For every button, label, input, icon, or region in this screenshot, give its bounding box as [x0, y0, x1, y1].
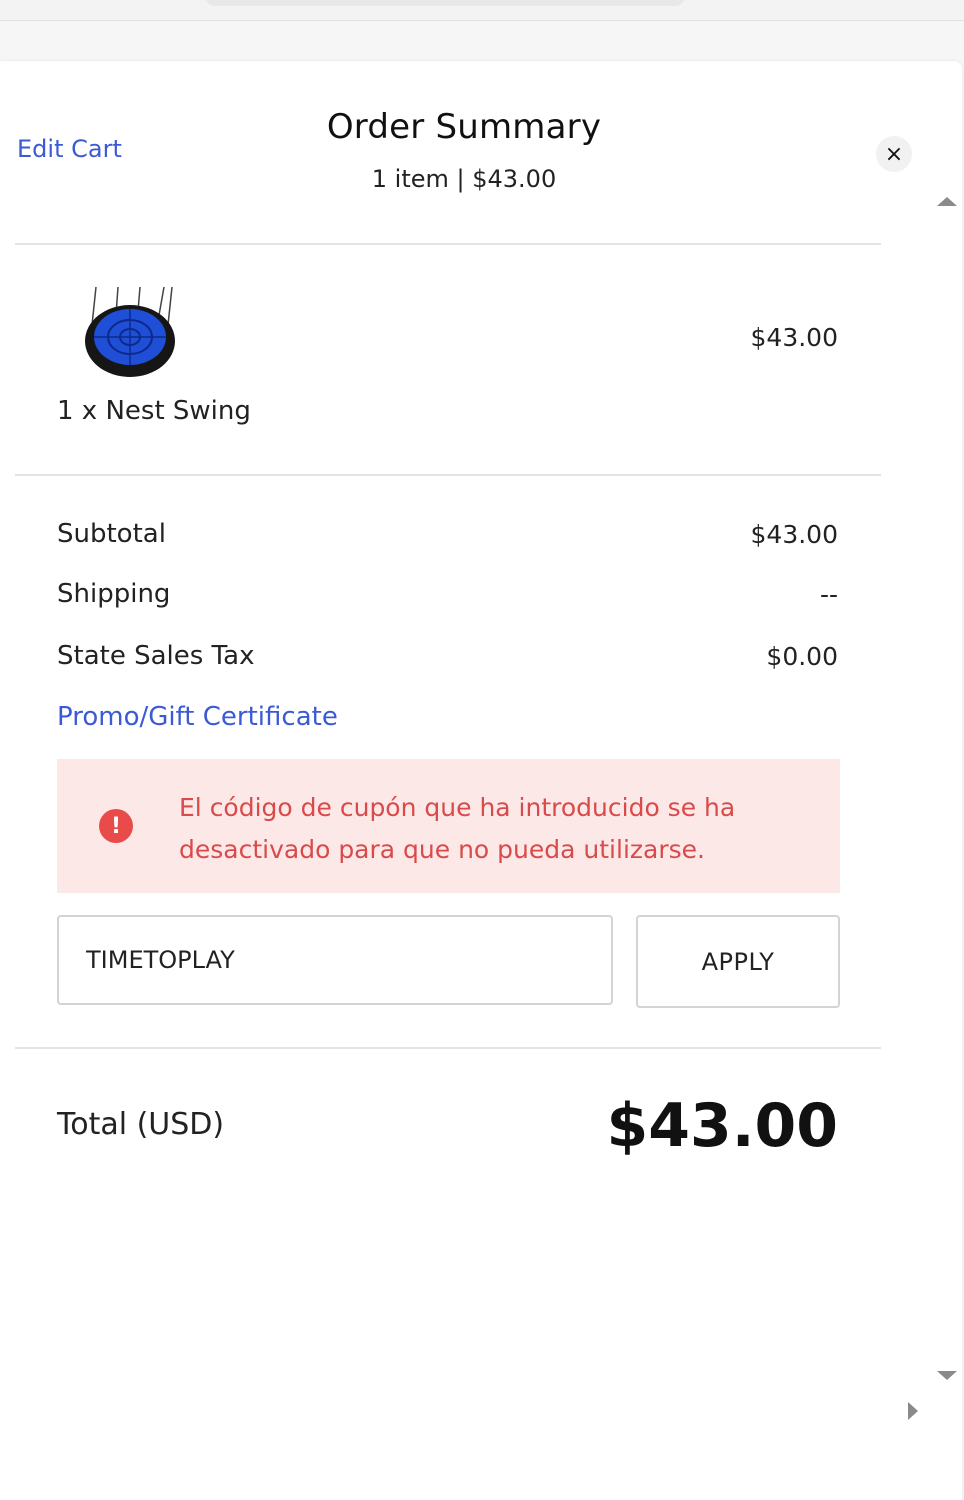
shipping-label: Shipping — [57, 579, 171, 609]
tax-label: State Sales Tax — [57, 641, 255, 671]
divider — [15, 1047, 881, 1049]
coupon-error-alert: ! El código de cupón que ha introducido … — [57, 759, 840, 893]
address-bar[interactable] — [205, 0, 685, 6]
order-summary-subtitle: 1 item | $43.00 — [371, 165, 557, 193]
scroll-down-arrow-icon[interactable] — [937, 1371, 957, 1380]
browser-top-bar — [0, 0, 964, 21]
coupon-error-message: El código de cupón que ha introducido se… — [179, 793, 736, 864]
promo-gift-certificate-link[interactable]: Promo/Gift Certificate — [57, 702, 338, 732]
nest-swing-image — [85, 286, 175, 377]
divider — [15, 243, 881, 245]
item-price: $43.00 — [750, 323, 838, 352]
subtotal-value: $43.00 — [750, 520, 838, 549]
divider — [15, 474, 881, 476]
apply-button[interactable]: APPLY — [636, 915, 840, 1008]
scroll-up-arrow-icon[interactable] — [937, 197, 957, 206]
error-info-icon: ! — [99, 809, 133, 843]
total-value: $43.00 — [606, 1091, 838, 1161]
total-label: Total (USD) — [57, 1107, 225, 1142]
coupon-code-input[interactable] — [57, 915, 613, 1005]
close-button[interactable]: × — [876, 136, 912, 172]
shipping-value: -- — [819, 580, 838, 609]
item-name: 1 x Nest Swing — [57, 396, 251, 426]
tax-value: $0.00 — [766, 642, 838, 671]
scroll-right-arrow-icon[interactable] — [908, 1402, 918, 1420]
page-title: Order Summary — [326, 107, 602, 147]
close-icon: × — [884, 141, 904, 167]
order-summary-panel: Edit Cart Order Summary 1 item | $43.00 … — [0, 61, 962, 1500]
subtotal-label: Subtotal — [57, 519, 166, 549]
